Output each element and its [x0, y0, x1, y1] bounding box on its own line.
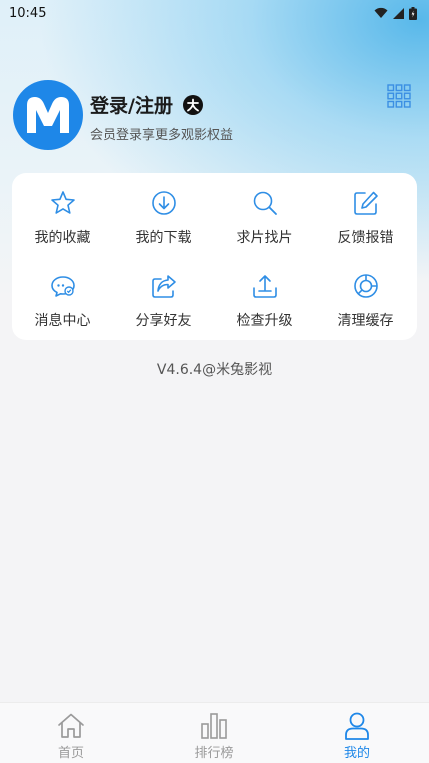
check-update-label: 检查升级: [236, 313, 293, 329]
login-register-link[interactable]: 登录/注册: [90, 91, 203, 118]
home-icon: [58, 713, 84, 738]
status-bar: 10:45: [0, 0, 429, 26]
share-icon: [151, 275, 176, 298]
nav-home-label: 首页: [57, 746, 84, 761]
bottom-nav: 首页 排行榜 我的: [0, 702, 429, 763]
favorites-label: 我的收藏: [34, 230, 91, 246]
edit-icon: [353, 191, 378, 215]
feature-card: 我的收藏 我的下载 求片找片 反馈报错 消息中心 分享好友 检查升级 清理缓存: [12, 173, 417, 340]
bar-chart-icon: [201, 713, 227, 739]
login-title-text: 登录/注册: [90, 95, 173, 117]
status-icons: [374, 6, 417, 20]
clear-cache-button[interactable]: 清理缓存: [315, 256, 416, 339]
battery-icon: [409, 6, 417, 20]
request-movie-label: 求片找片: [236, 230, 293, 246]
share-label: 分享好友: [135, 313, 192, 329]
avatar[interactable]: [13, 80, 83, 150]
favorites-button[interactable]: 我的收藏: [12, 173, 113, 256]
messages-button[interactable]: 消息中心: [12, 256, 113, 339]
wifi-icon: [374, 7, 388, 18]
user-icon: [345, 712, 369, 740]
check-update-button[interactable]: 检查升级: [214, 256, 315, 339]
grid-menu-icon[interactable]: [387, 84, 411, 108]
status-time: 10:45: [9, 5, 47, 21]
request-movie-button[interactable]: 求片找片: [214, 173, 315, 256]
vip-badge-icon: [182, 94, 203, 115]
upload-icon: [252, 275, 277, 298]
pie-chart-icon: [353, 274, 378, 298]
nav-home[interactable]: 首页: [21, 703, 121, 763]
nav-mine-label: 我的: [343, 746, 370, 761]
profile-section: 登录/注册 会员登录享更多观影权益: [13, 80, 413, 150]
feedback-button[interactable]: 反馈报错: [315, 173, 416, 256]
nav-ranking[interactable]: 排行榜: [164, 703, 264, 763]
version-text: V4.6.4@米兔影视: [156, 362, 273, 378]
star-icon: [50, 191, 75, 214]
search-icon: [253, 191, 277, 215]
downloads-label: 我的下载: [135, 230, 192, 246]
signal-icon: [393, 7, 404, 19]
feedback-label: 反馈报错: [337, 230, 394, 246]
downloads-button[interactable]: 我的下载: [113, 173, 214, 256]
message-icon: [50, 276, 75, 297]
nav-mine[interactable]: 我的: [307, 703, 407, 763]
nav-ranking-label: 排行榜: [194, 746, 234, 761]
clear-cache-label: 清理缓存: [337, 313, 394, 329]
app-logo-icon: [27, 97, 69, 133]
download-icon: [151, 191, 176, 215]
share-button[interactable]: 分享好友: [113, 256, 214, 339]
messages-label: 消息中心: [34, 313, 91, 329]
login-subtitle: 会员登录享更多观影权益: [90, 128, 234, 143]
